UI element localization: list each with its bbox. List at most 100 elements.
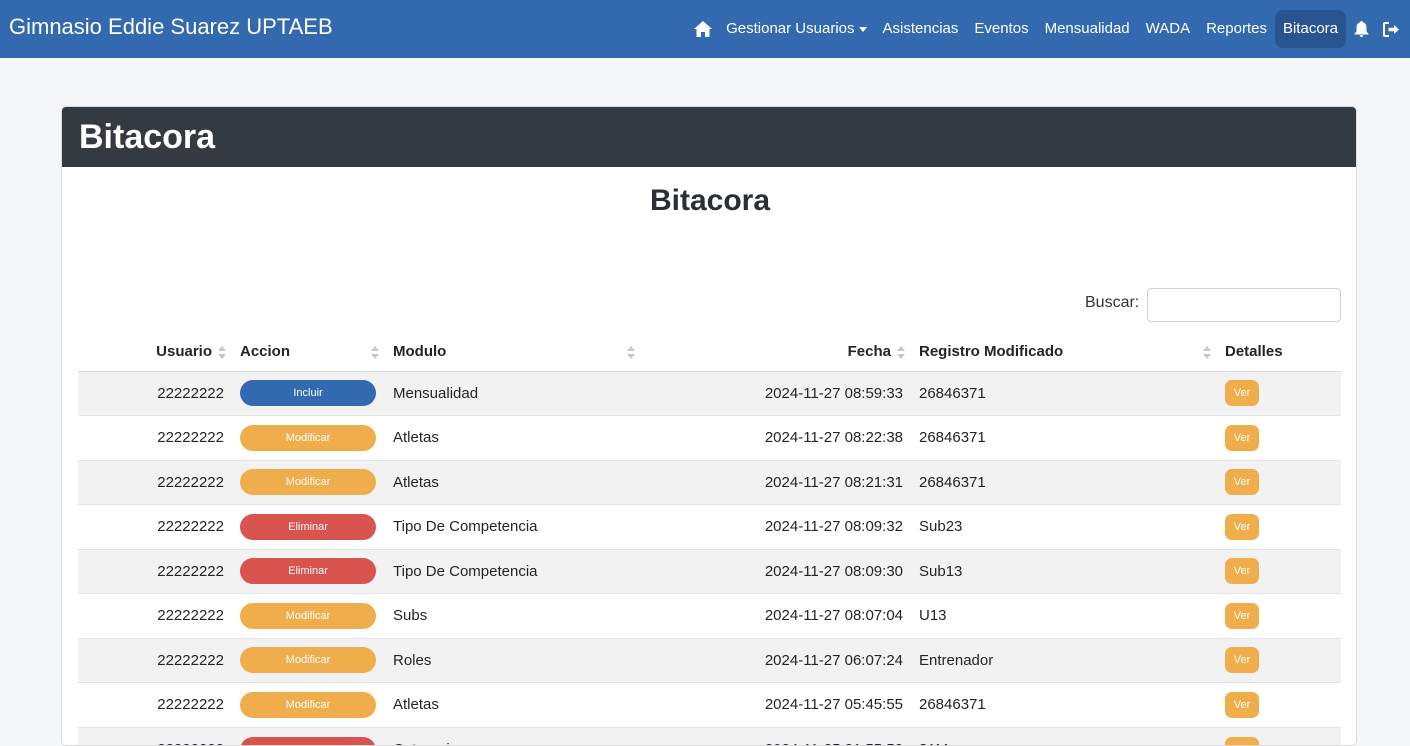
th-modulo[interactable]: Modulo	[385, 333, 641, 371]
nav-eventos[interactable]: Eventos	[966, 10, 1036, 48]
th-fecha[interactable]: Fecha	[641, 333, 911, 371]
cell-accion: Modificar	[232, 460, 385, 505]
cell-fecha: 2024-11-27 08:22:38	[641, 416, 911, 461]
accion-badge: Eliminar	[240, 514, 376, 540]
top-navbar: Gimnasio Eddie Suarez UPTAEB Gestionar U…	[0, 0, 1410, 58]
nav-bitacora[interactable]: Bitacora	[1275, 10, 1346, 48]
bitacora-card: Bitacora Bitacora Buscar: Usuario Accion…	[61, 106, 1357, 746]
cell-registro: 26846371	[911, 460, 1217, 505]
accion-badge: Modificar	[240, 692, 376, 718]
accion-badge: Modificar	[240, 647, 376, 673]
search-input[interactable]	[1147, 288, 1341, 322]
th-registro-label: Registro Modificado	[919, 343, 1063, 360]
table-row: 22222222 Modificar Atletas2024-11-27 08:22…	[78, 416, 1341, 461]
cell-usuario: 22222222	[78, 460, 232, 505]
cell-usuario: 22222222	[78, 416, 232, 461]
ver-button[interactable]: Ver	[1225, 514, 1259, 540]
table-row: 22222222EliminarTipo De Competencia2024-…	[78, 549, 1341, 594]
bitacora-table: Usuario Accion Modulo Fecha Registro Mod…	[78, 333, 1341, 746]
ver-button[interactable]: Ver	[1225, 647, 1259, 673]
search-label: Buscar:	[1085, 294, 1139, 312]
cell-registro: Entrenador	[911, 638, 1217, 683]
cell-fecha: 2024-11-25 21:55:52	[641, 727, 911, 746]
cell-modulo: Atletas	[385, 683, 641, 728]
cell-accion: Eliminar	[232, 549, 385, 594]
cell-registro: Sub13	[911, 549, 1217, 594]
sort-icon	[1203, 346, 1211, 360]
cell-detalles: Ver	[1217, 683, 1341, 728]
nav-wada[interactable]: WADA	[1138, 10, 1198, 48]
cell-detalles: Ver	[1217, 416, 1341, 461]
cell-registro: 26846371	[911, 683, 1217, 728]
cell-usuario: 22222222	[78, 727, 232, 746]
cell-modulo: Atletas	[385, 460, 641, 505]
nav-asistencias[interactable]: Asistencias	[875, 10, 967, 48]
nav-reportes[interactable]: Reportes	[1198, 10, 1275, 48]
th-usuario-label: Usuario	[156, 343, 212, 360]
cell-accion: Modificar	[232, 683, 385, 728]
ver-button[interactable]: Ver	[1225, 380, 1259, 406]
table-header-row: Usuario Accion Modulo Fecha Registro Mod…	[78, 333, 1341, 371]
ver-button[interactable]: Ver	[1225, 558, 1259, 584]
sort-icon	[371, 346, 379, 360]
accion-badge: Modificar	[240, 425, 376, 451]
th-modulo-label: Modulo	[393, 343, 446, 360]
cell-fecha: 2024-11-27 08:09:30	[641, 549, 911, 594]
table-row: 22222222ModificarRoles2024-11-27 06:07:2…	[78, 638, 1341, 683]
sort-icon	[218, 346, 226, 360]
cell-modulo: Mensualidad	[385, 371, 641, 416]
cell-fecha: 2024-11-27 08:09:32	[641, 505, 911, 550]
cell-accion: Incluir	[232, 371, 385, 416]
nav-gestionar-usuarios-label: Gestionar Usuarios	[726, 10, 854, 48]
cell-usuario: 22222222	[78, 505, 232, 550]
ver-button[interactable]: Ver	[1225, 425, 1259, 451]
cell-detalles: Ver	[1217, 460, 1341, 505]
th-accion[interactable]: Accion	[232, 333, 385, 371]
th-registro[interactable]: Registro Modificado	[911, 333, 1217, 371]
table-row: 22222222ModificarSubs2024-11-27 08:07:04…	[78, 594, 1341, 639]
table-row: 22222222IncluirMensualidad2024-11-27 08:…	[78, 371, 1341, 416]
cell-modulo: Tipo De Competencia	[385, 549, 641, 594]
cell-accion: Eliminar	[232, 505, 385, 550]
logout-icon[interactable]	[1376, 10, 1406, 48]
th-usuario[interactable]: Usuario	[78, 333, 232, 371]
nav-gestionar-usuarios[interactable]: Gestionar Usuarios	[718, 10, 874, 48]
cell-detalles: Ver	[1217, 638, 1341, 683]
cell-modulo: Tipo De Competencia	[385, 505, 641, 550]
card-header-title: Bitacora	[62, 107, 1356, 167]
cell-fecha: 2024-11-27 08:07:04	[641, 594, 911, 639]
table-row: 22222222EliminarCategorias2024-11-25 21:…	[78, 727, 1341, 746]
cell-accion: Modificar	[232, 638, 385, 683]
th-fecha-label: Fecha	[848, 343, 891, 360]
cell-modulo: Roles	[385, 638, 641, 683]
accion-badge: Eliminar	[240, 737, 376, 746]
cell-fecha: 2024-11-27 08:59:33	[641, 371, 911, 416]
ver-button[interactable]: Ver	[1225, 469, 1259, 495]
cell-usuario: 22222222	[78, 638, 232, 683]
table-row: 22222222 Modificar Atletas2024-11-27 05:45…	[78, 683, 1341, 728]
ver-button[interactable]: Ver	[1225, 692, 1259, 718]
ver-button[interactable]: Ver	[1225, 737, 1259, 746]
cell-detalles: Ver	[1217, 549, 1341, 594]
home-icon[interactable]	[688, 10, 718, 48]
accion-badge: Incluir	[240, 380, 376, 406]
ver-button[interactable]: Ver	[1225, 603, 1259, 629]
bell-icon[interactable]	[1346, 10, 1376, 48]
cell-modulo: Subs	[385, 594, 641, 639]
cell-usuario: 22222222	[78, 594, 232, 639]
cell-fecha: 2024-11-27 05:45:55	[641, 683, 911, 728]
cell-registro: 26846371	[911, 416, 1217, 461]
app-brand[interactable]: Gimnasio Eddie Suarez UPTAEB	[9, 14, 333, 40]
cell-detalles: Ver	[1217, 505, 1341, 550]
th-detalles-label: Detalles	[1225, 343, 1283, 360]
table-row: 22222222 Eliminar Tipo De Competencia2024-…	[78, 505, 1341, 550]
cell-usuario: 22222222	[78, 683, 232, 728]
sort-icon	[627, 346, 635, 360]
table-row: 22222222ModificarAtletas2024-11-27 08:21…	[78, 460, 1341, 505]
cell-modulo: Atletas	[385, 416, 641, 461]
nav-mensualidad[interactable]: Mensualidad	[1037, 10, 1138, 48]
cell-registro: Sub23	[911, 505, 1217, 550]
cell-accion: Modificar	[232, 416, 385, 461]
cell-accion: Eliminar	[232, 727, 385, 746]
nav-menu: Gestionar Usuarios Asistencias Eventos M…	[688, 0, 1410, 58]
